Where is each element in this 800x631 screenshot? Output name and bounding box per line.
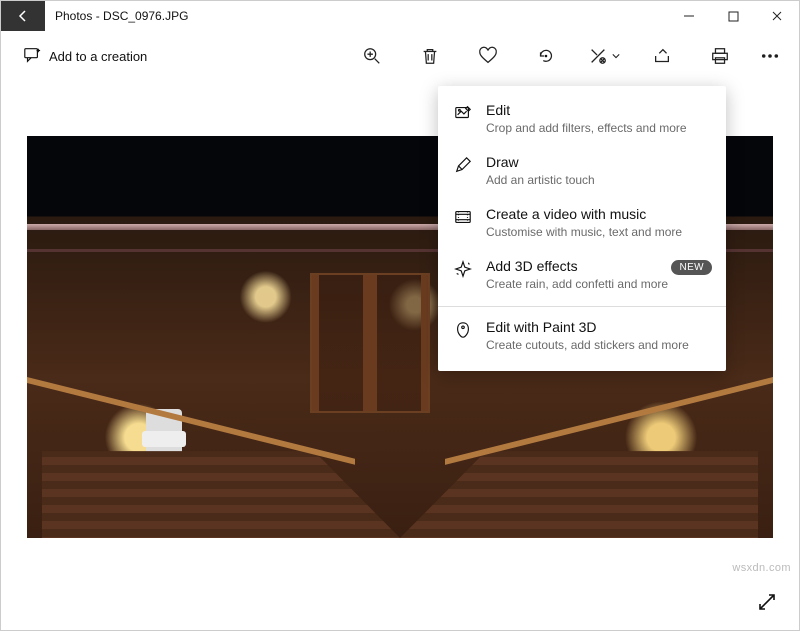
menu-item-draw[interactable]: Draw Add an artistic touch [438, 146, 726, 198]
menu-item-subtitle: Create cutouts, add stickers and more [486, 338, 710, 354]
favorite-button[interactable] [459, 32, 517, 80]
menu-item-paint3d[interactable]: Edit with Paint 3D Create cutouts, add s… [438, 311, 726, 363]
zoom-button[interactable] [343, 32, 401, 80]
fullscreen-button[interactable] [751, 586, 783, 618]
new-badge: NEW [671, 260, 712, 275]
photo-edit-icon [454, 102, 472, 136]
comment-add-icon [23, 46, 41, 67]
chevron-down-icon [612, 52, 620, 60]
more-button[interactable] [749, 32, 791, 80]
edit-menu-button[interactable] [575, 32, 633, 80]
title-bar: Photos - DSC_0976.JPG [1, 1, 799, 31]
menu-separator [438, 306, 726, 307]
back-button[interactable] [1, 1, 45, 31]
close-button[interactable] [755, 1, 799, 31]
toolbar: Add to a creation [1, 31, 799, 81]
menu-item-subtitle: Add an artistic touch [486, 173, 710, 189]
menu-item-title: Create a video with music [486, 206, 710, 224]
menu-item-edit[interactable]: Edit Crop and add filters, effects and m… [438, 94, 726, 146]
menu-item-subtitle: Create rain, add confetti and more [486, 277, 710, 293]
menu-item-title: Edit with Paint 3D [486, 319, 710, 337]
window-title: Photos - DSC_0976.JPG [55, 9, 188, 23]
delete-button[interactable] [401, 32, 459, 80]
menu-item-3d-effects[interactable]: Add 3D effects Create rain, add confetti… [438, 250, 726, 302]
print-button[interactable] [691, 32, 749, 80]
menu-item-subtitle: Crop and add filters, effects and more [486, 121, 710, 137]
share-button[interactable] [633, 32, 691, 80]
video-music-icon [454, 206, 472, 240]
menu-item-subtitle: Customise with music, text and more [486, 225, 710, 241]
menu-item-title: Edit [486, 102, 710, 120]
pen-icon [454, 154, 472, 188]
minimize-button[interactable] [667, 1, 711, 31]
edit-dropdown-menu: Edit Crop and add filters, effects and m… [438, 86, 726, 371]
menu-item-title: Draw [486, 154, 710, 172]
paint3d-icon [454, 319, 472, 353]
sparkle-icon [454, 258, 472, 292]
maximize-button[interactable] [711, 1, 755, 31]
menu-item-video[interactable]: Create a video with music Customise with… [438, 198, 726, 250]
watermark-text: wsxdn.com [732, 562, 791, 574]
add-to-creation-label: Add to a creation [49, 49, 147, 64]
rotate-button[interactable] [517, 32, 575, 80]
add-to-creation-button[interactable]: Add to a creation [13, 40, 157, 73]
